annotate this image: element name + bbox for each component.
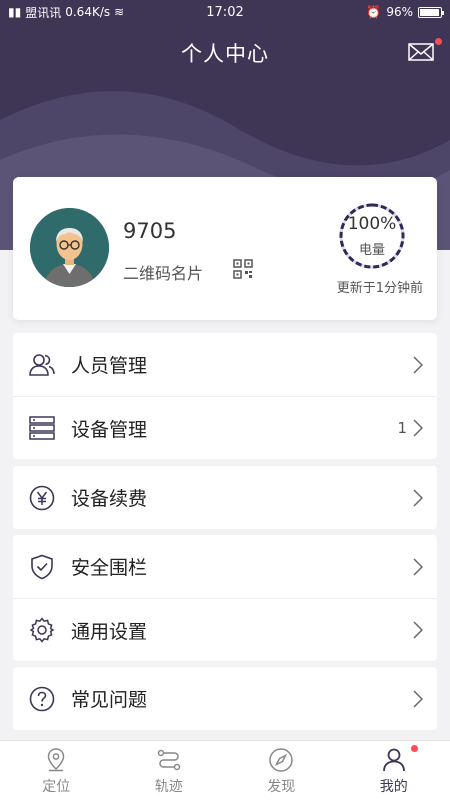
device-count: 1: [397, 419, 407, 437]
tab-location[interactable]: 定位: [0, 741, 113, 800]
user-name: 9705: [123, 219, 177, 243]
device-icon: [29, 416, 55, 440]
battery-label: 电量: [358, 243, 385, 258]
compass-icon: [269, 748, 293, 772]
track-icon: [157, 749, 180, 771]
page-title: 个人中心: [181, 42, 269, 66]
tab-mine[interactable]: 我的: [338, 741, 450, 800]
tab-notification-dot: [411, 745, 418, 752]
qr-card-label[interactable]: 二维码名片: [123, 260, 203, 284]
menu-item-people[interactable]: 人员管理: [13, 333, 437, 396]
mail-notification-dot: [435, 38, 442, 45]
tab-label-location: 定位: [42, 779, 71, 795]
shield-icon: [31, 554, 53, 579]
chevron-right-icon: [413, 557, 423, 576]
menu-label-fence: 安全围栏: [71, 557, 148, 579]
menu-label-people: 人员管理: [71, 355, 148, 377]
menu-label-faq: 常见问题: [71, 689, 148, 711]
tab-label-mine: 我的: [379, 779, 408, 795]
menu-group-help: 常见问题: [13, 667, 437, 730]
chevron-right-icon: [413, 355, 423, 374]
location-icon: [47, 748, 65, 772]
people-icon: [29, 353, 55, 376]
chevron-right-icon: [413, 419, 423, 437]
status-bar: ▮▮ 盟讯讯 0.64K/s ≋ 17:02 ⏰ 96%: [0, 0, 450, 24]
question-icon: [29, 686, 55, 711]
bottom-tab-bar: 定位 轨迹 发现 我的: [0, 740, 450, 800]
menu-group-billing: 设备续费: [13, 466, 437, 529]
menu-group-security: 安全围栏 通用设置: [13, 535, 437, 661]
menu-label-devices: 设备管理: [71, 418, 148, 441]
clock: 17:02: [206, 4, 244, 20]
update-time: 更新于1分钟前: [336, 281, 423, 296]
menu-label-renewal: 设备续费: [71, 488, 148, 510]
tab-track[interactable]: 轨迹: [113, 741, 226, 800]
chevron-right-icon: [413, 621, 423, 639]
tab-label-discover: 发现: [267, 779, 296, 795]
chevron-right-icon: [413, 689, 423, 708]
mail-icon[interactable]: [408, 42, 434, 62]
tab-label-track: 轨迹: [154, 779, 183, 795]
yuan-icon: [29, 485, 55, 510]
chevron-right-icon: [413, 488, 423, 507]
profile-card[interactable]: 9705 二维码名片 100% 电量 更新于1分钟前: [13, 177, 437, 320]
battery-icon: [418, 6, 444, 18]
person-icon: [382, 748, 405, 772]
menu-item-fence[interactable]: 安全围栏: [13, 535, 437, 598]
menu-label-settings: 通用设置: [71, 620, 148, 643]
avatar[interactable]: [30, 208, 109, 287]
menu-group-management: 人员管理 设备管理 1: [13, 333, 437, 459]
menu-item-devices[interactable]: 设备管理 1: [13, 396, 437, 459]
battery-percent: 100%: [347, 214, 397, 234]
menu-item-settings[interactable]: 通用设置: [13, 598, 437, 661]
menu-item-renewal[interactable]: 设备续费: [13, 466, 437, 529]
menu-item-faq[interactable]: 常见问题: [13, 667, 437, 730]
gear-icon: [29, 617, 55, 643]
qr-code-icon[interactable]: [233, 259, 253, 279]
battery-ring: [339, 203, 405, 269]
elder-avatar-icon: [30, 208, 109, 287]
tab-discover[interactable]: 发现: [225, 741, 338, 800]
